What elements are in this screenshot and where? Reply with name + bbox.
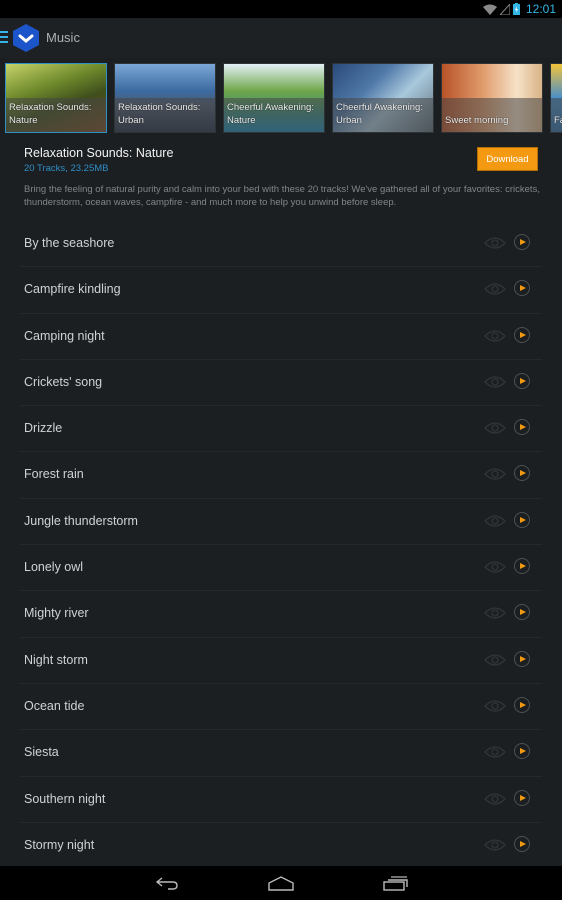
track-row[interactable]: Siesta [20, 730, 542, 777]
track-name: Night storm [24, 652, 88, 667]
play-button[interactable] [514, 280, 530, 297]
preview-eye-icon[interactable] [484, 421, 506, 435]
pack-carousel[interactable]: Relaxation Sounds: Nature Relaxation Sou… [0, 58, 562, 140]
track-name: Mighty river [24, 606, 89, 621]
preview-eye-icon[interactable] [484, 236, 506, 250]
carousel-tile[interactable]: Cheerful Awakening: Urban [332, 63, 434, 133]
status-bar: 12:01 [0, 0, 562, 18]
play-button[interactable] [514, 511, 530, 528]
track-row[interactable]: By the seashore [20, 221, 542, 268]
play-button[interactable] [514, 789, 530, 806]
preview-eye-icon[interactable] [484, 792, 506, 806]
preview-eye-icon[interactable] [484, 329, 506, 343]
preview-eye-icon[interactable] [484, 560, 506, 574]
track-row[interactable]: Forest rain [20, 452, 542, 499]
track-row[interactable]: Stormy night [20, 823, 542, 870]
play-button[interactable] [514, 743, 530, 760]
home-icon[interactable] [268, 874, 294, 892]
track-name: Drizzle [24, 421, 63, 436]
track-row[interactable]: Southern night [20, 777, 542, 823]
track-row[interactable]: Campfire kindling [20, 267, 542, 314]
play-button[interactable] [514, 326, 530, 343]
preview-eye-icon[interactable] [484, 606, 506, 620]
action-bar: Music [0, 18, 562, 58]
carousel-tile[interactable]: Cheerful Awakening: Nature [223, 63, 325, 133]
track-list: By the seashore Campfire kindling Campin… [0, 221, 562, 870]
pack-meta: 20 Tracks, 23.25MB [24, 163, 109, 174]
track-row[interactable]: Crickets' song [20, 360, 542, 407]
preview-eye-icon[interactable] [484, 838, 506, 852]
play-button[interactable] [514, 558, 530, 575]
track-name: Ocean tide [24, 698, 85, 713]
pack-title: Relaxation Sounds: Nature [24, 146, 174, 160]
track-name: Crickets' song [24, 374, 103, 389]
carousel-tile[interactable]: Relaxation Sounds: Nature [5, 63, 107, 133]
app-logo-icon[interactable] [12, 23, 40, 53]
preview-eye-icon[interactable] [484, 653, 506, 667]
play-button[interactable] [514, 234, 530, 250]
carousel-tile[interactable]: Fa [550, 63, 562, 133]
track-row[interactable]: Mighty river [20, 591, 542, 638]
signal-icon [499, 3, 510, 15]
clock: 12:01 [525, 2, 556, 16]
battery-charging-icon [512, 3, 520, 15]
play-button[interactable] [514, 419, 530, 436]
track-name: Stormy night [24, 837, 95, 852]
tile-label: Fa [554, 115, 562, 126]
tile-label: Sweet morning [445, 115, 509, 126]
track-row[interactable]: Camping night [20, 314, 542, 360]
play-button[interactable] [514, 465, 530, 482]
track-row[interactable]: Drizzle [20, 406, 542, 453]
menu-icon[interactable] [0, 31, 8, 43]
wifi-icon [482, 4, 497, 15]
back-icon[interactable] [154, 874, 180, 892]
track-name: By the seashore [24, 236, 115, 250]
track-name: Camping night [24, 328, 105, 343]
preview-eye-icon[interactable] [484, 745, 506, 759]
play-button[interactable] [514, 835, 530, 852]
carousel-tile[interactable]: Sweet morning [441, 63, 543, 133]
pack-description: Bring the feeling of natural purity and … [24, 184, 540, 208]
download-button[interactable]: Download [477, 147, 538, 171]
track-name: Siesta [24, 745, 59, 760]
preview-eye-icon[interactable] [484, 375, 506, 389]
preview-eye-icon[interactable] [484, 467, 506, 481]
track-row[interactable]: Night storm [20, 638, 542, 684]
track-name: Forest rain [24, 467, 84, 482]
preview-eye-icon[interactable] [484, 699, 506, 713]
preview-eye-icon[interactable] [484, 514, 506, 528]
play-button[interactable] [514, 696, 530, 713]
tile-label: Cheerful Awakening: Urban [336, 102, 423, 126]
recents-icon[interactable] [383, 874, 409, 892]
track-row[interactable]: Jungle thunderstorm [20, 499, 542, 546]
app-title: Music [46, 30, 80, 45]
pack-detail: Relaxation Sounds: Nature 20 Tracks, 23.… [24, 140, 540, 209]
play-button[interactable] [514, 650, 530, 667]
preview-eye-icon[interactable] [484, 282, 506, 296]
track-name: Jungle thunderstorm [24, 513, 138, 528]
play-button[interactable] [514, 372, 530, 389]
track-name: Southern night [24, 791, 106, 806]
tile-label: Cheerful Awakening: Nature [227, 102, 314, 126]
navigation-bar [0, 866, 562, 900]
tile-label: Relaxation Sounds: Urban [118, 102, 201, 126]
track-row[interactable]: Lonely owl [20, 545, 542, 592]
carousel-tile[interactable]: Relaxation Sounds: Urban [114, 63, 216, 133]
track-row[interactable]: Ocean tide [20, 684, 542, 731]
tile-label: Relaxation Sounds: Nature [9, 102, 92, 126]
play-button[interactable] [514, 604, 530, 621]
track-name: Lonely owl [24, 560, 84, 575]
track-name: Campfire kindling [24, 282, 121, 297]
